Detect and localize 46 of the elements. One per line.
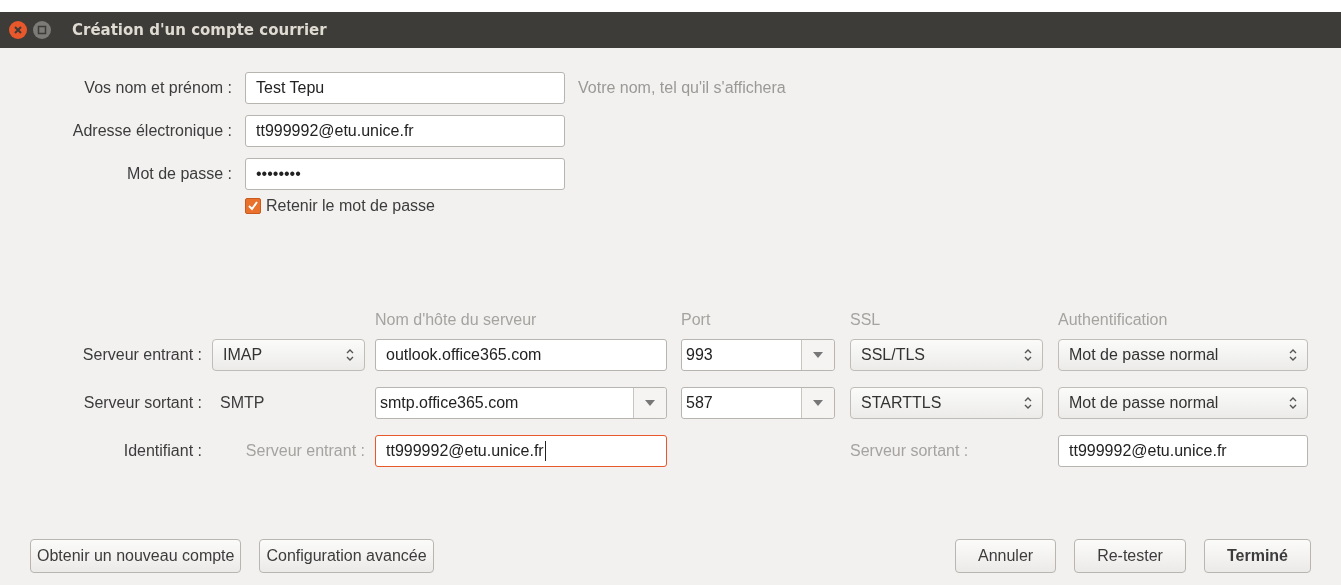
server-label: Serveur entrant : [81, 346, 202, 364]
incoming-label: Serveur entrant : [245, 442, 365, 460]
window-title: Création d'un compte courrier [72, 21, 327, 39]
column-header: Nom d'hôte du serveur [375, 311, 538, 329]
authentication-dropdown[interactable]: Mot de passe normal [1058, 387, 1308, 419]
column-header: Authentification [1058, 311, 1169, 329]
dialog-button[interactable]: Re-tester [1074, 539, 1186, 573]
port-combobox[interactable]: 993 [681, 339, 835, 371]
input-field[interactable]: •••••••• [245, 158, 565, 190]
spinner-arrows-icon [1289, 348, 1297, 362]
server-label: Serveur sortant : [82, 394, 202, 412]
close-icon[interactable] [8, 20, 28, 40]
ssl-dropdown[interactable]: STARTTLS [850, 387, 1043, 419]
dialog-button[interactable]: Obtenir un nouveau compte [30, 539, 242, 573]
identifier-label: Identifiant : [122, 442, 202, 460]
field-hint: Votre nom, tel qu'il s'affichera [578, 79, 787, 97]
column-header: Port [681, 311, 712, 329]
input-field[interactable]: tt999992@etu.unice.fr [245, 115, 565, 147]
hostname-field[interactable]: outlook.office365.com [375, 339, 667, 371]
spinner-arrows-icon [1024, 396, 1032, 410]
dialog-button[interactable]: Terminé [1203, 539, 1311, 573]
input-field[interactable]: Test Tepu [245, 72, 565, 104]
spinner-arrows-icon [346, 348, 354, 362]
protocol-dropdown[interactable]: IMAP [212, 339, 365, 371]
protocol-text: SMTP [219, 394, 266, 412]
dropdown-arrow-icon[interactable] [813, 352, 823, 358]
dropdown-arrow-icon[interactable] [813, 400, 823, 406]
checkbox-icon[interactable] [245, 198, 261, 214]
field-label: Mot de passe : [126, 165, 232, 183]
hostname-combobox[interactable]: smtp.office365.com [375, 387, 667, 419]
dialog-button[interactable]: Annuler [955, 539, 1057, 573]
authentication-dropdown[interactable]: Mot de passe normal [1058, 339, 1308, 371]
dialog-button[interactable]: Configuration avancée [259, 539, 434, 573]
maximize-icon[interactable] [32, 20, 52, 40]
port-combobox[interactable]: 587 [681, 387, 835, 419]
field-label: Adresse électronique : [71, 122, 232, 140]
ssl-dropdown[interactable]: SSL/TLS [850, 339, 1043, 371]
outgoing-label: Serveur sortant : [850, 442, 970, 460]
spinner-arrows-icon [1289, 396, 1297, 410]
field-label: Vos nom et prénom : [83, 79, 232, 97]
outgoing-username-field[interactable]: tt999992@etu.unice.fr [1058, 435, 1308, 467]
spinner-arrows-icon [1024, 348, 1032, 362]
column-header: SSL [850, 311, 882, 329]
remember-password-checkbox[interactable]: Retenir le mot de passe [245, 197, 565, 215]
incoming-username-field[interactable]: tt999992@etu.unice.fr [375, 435, 667, 467]
dropdown-arrow-icon[interactable] [645, 400, 655, 406]
